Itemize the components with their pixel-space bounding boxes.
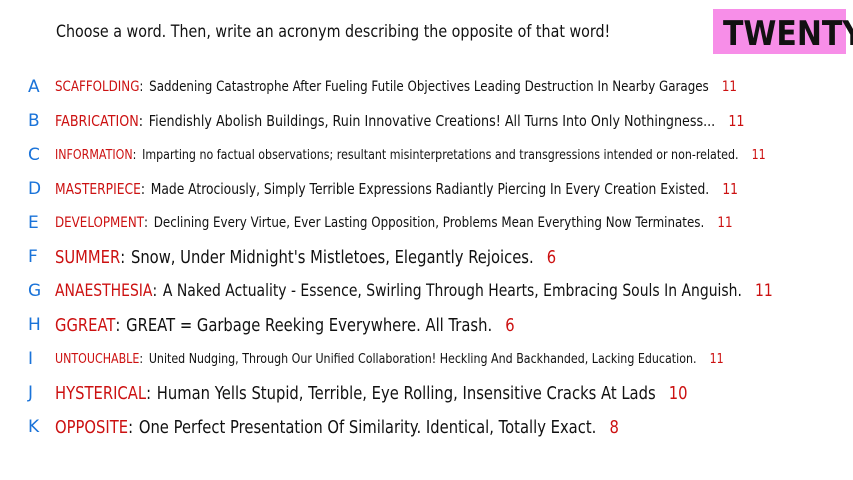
separator-colon: :: [139, 351, 144, 367]
acronym-row: C INFORMATION: Imparting no factual observ…: [0, 142, 853, 168]
acronym-line: DEVELOPMENT: Declining Every Virtue, Ever…: [55, 210, 733, 236]
acronym-text: Made Atrociously, Simply Terrible Expres…: [150, 180, 710, 198]
acronym-text: Declining Every Virtue, Ever Lasting Opp…: [153, 215, 705, 231]
row-letter: G: [28, 281, 42, 301]
source-word: INFORMATION: [55, 147, 133, 163]
acronym-row: H GGREAT: GREAT = Garbage Reeking Everywhe…: [0, 312, 853, 338]
source-word: SCAFFOLDING: [55, 79, 140, 95]
letter-count: 8: [609, 416, 619, 438]
acronym-text: Snow, Under Midnight's Mistletoes, Elega…: [130, 246, 534, 268]
separator-colon: :: [140, 180, 145, 198]
acronym-line: FABRICATION: Fiendishly Abolish Buildings…: [55, 108, 745, 134]
acronym-row: J HYSTERICAL: Human Yells Stupid, Terrible…: [0, 380, 853, 406]
row-letter: E: [28, 213, 39, 233]
acronym-line: ANAESTHESIA: A Naked Actuality - Essence,…: [55, 278, 773, 304]
title-badge-label: TWENTY: [723, 14, 853, 54]
row-letter: I: [28, 349, 34, 369]
acronym-line: GGREAT: GREAT = Garbage Reeking Everywher…: [55, 312, 515, 338]
letter-count: 11: [722, 180, 738, 198]
row-letter: C: [28, 145, 40, 165]
source-word: HYSTERICAL: [55, 382, 147, 404]
source-word: SUMMER: [55, 246, 121, 268]
row-letter: F: [28, 247, 38, 267]
acronym-row: F SUMMER: Snow, Under Midnight's Mistletoe…: [0, 244, 853, 270]
letter-count: 11: [709, 351, 724, 367]
row-letter: D: [28, 179, 42, 199]
acronym-text: GREAT = Garbage Reeking Everywhere. All …: [126, 314, 493, 336]
row-letter: B: [28, 111, 40, 131]
source-word: UNTOUCHABLE: [55, 351, 140, 367]
acronym-row: B FABRICATION: Fiendishly Abolish Building…: [0, 108, 853, 134]
separator-colon: :: [120, 246, 126, 268]
row-letter: H: [28, 315, 41, 335]
separator-colon: :: [152, 281, 158, 301]
separator-colon: :: [115, 314, 121, 336]
acronym-text: United Nudging, Through Our Unified Coll…: [148, 351, 697, 367]
letter-count: 6: [546, 246, 557, 268]
acronym-line: OPPOSITE: One Perfect Presentation Of Sim…: [55, 414, 619, 440]
separator-colon: :: [139, 79, 144, 95]
acronym-text: One Perfect Presentation Of Similarity. …: [138, 416, 597, 438]
acronym-line: UNTOUCHABLE: United Nudging, Through Our …: [55, 346, 724, 372]
row-letter: J: [28, 383, 34, 403]
source-word: OPPOSITE: [55, 416, 129, 438]
letter-count: 11: [721, 79, 737, 95]
letter-count: 11: [751, 147, 766, 163]
acronym-line: MASTERPIECE: Made Atrociously, Simply Ter…: [55, 176, 738, 202]
source-word: DEVELOPMENT: [55, 215, 144, 231]
source-word: MASTERPIECE: [55, 180, 141, 198]
row-letter: A: [28, 77, 40, 97]
row-letter: K: [28, 417, 40, 437]
prompt-heading: Choose a word. Then, write an acronym de…: [56, 22, 611, 42]
letter-count: 11: [728, 112, 745, 130]
acronym-text: Fiendishly Abolish Buildings, Ruin Innov…: [148, 112, 716, 130]
title-badge: TWENTY: [713, 9, 853, 54]
source-word: FABRICATION: [55, 112, 139, 130]
source-word: GGREAT: [55, 314, 116, 336]
separator-colon: :: [132, 147, 137, 163]
source-word: ANAESTHESIA: [55, 281, 153, 301]
separator-colon: :: [128, 416, 134, 438]
letter-count: 11: [717, 215, 733, 231]
acronym-line: HYSTERICAL: Human Yells Stupid, Terrible,…: [55, 380, 688, 406]
separator-colon: :: [143, 215, 148, 231]
acronym-text: A Naked Actuality - Essence, Swirling Th…: [162, 281, 742, 301]
acronym-line: SCAFFOLDING: Saddening Catastrophe After …: [55, 74, 737, 100]
acronym-row: G ANAESTHESIA: A Naked Actuality - Essence…: [0, 278, 853, 304]
letter-count: 6: [505, 314, 515, 336]
acronym-row: I UNTOUCHABLE: United Nudging, Through Our…: [0, 346, 853, 372]
acronym-line: SUMMER: Snow, Under Midnight's Mistletoes…: [55, 244, 556, 270]
separator-colon: :: [146, 382, 152, 404]
separator-colon: :: [138, 112, 144, 130]
letter-count: 11: [755, 281, 773, 301]
acronym-text: Imparting no factual observations; resul…: [142, 147, 739, 163]
acronym-row: D MASTERPIECE: Made Atrociously, Simply Te…: [0, 176, 853, 202]
acronym-row: K OPPOSITE: One Perfect Presentation Of Si…: [0, 414, 853, 440]
acronym-row: E DEVELOPMENT: Declining Every Virtue, Eve…: [0, 210, 853, 236]
acronym-row: A SCAFFOLDING: Saddening Catastrophe After…: [0, 74, 853, 100]
letter-count: 10: [668, 382, 688, 404]
acronym-text: Saddening Catastrophe After Fueling Futi…: [149, 79, 709, 95]
acronym-text: Human Yells Stupid, Terrible, Eye Rollin…: [156, 382, 656, 404]
acronym-line: INFORMATION: Imparting no factual observa…: [55, 142, 766, 168]
